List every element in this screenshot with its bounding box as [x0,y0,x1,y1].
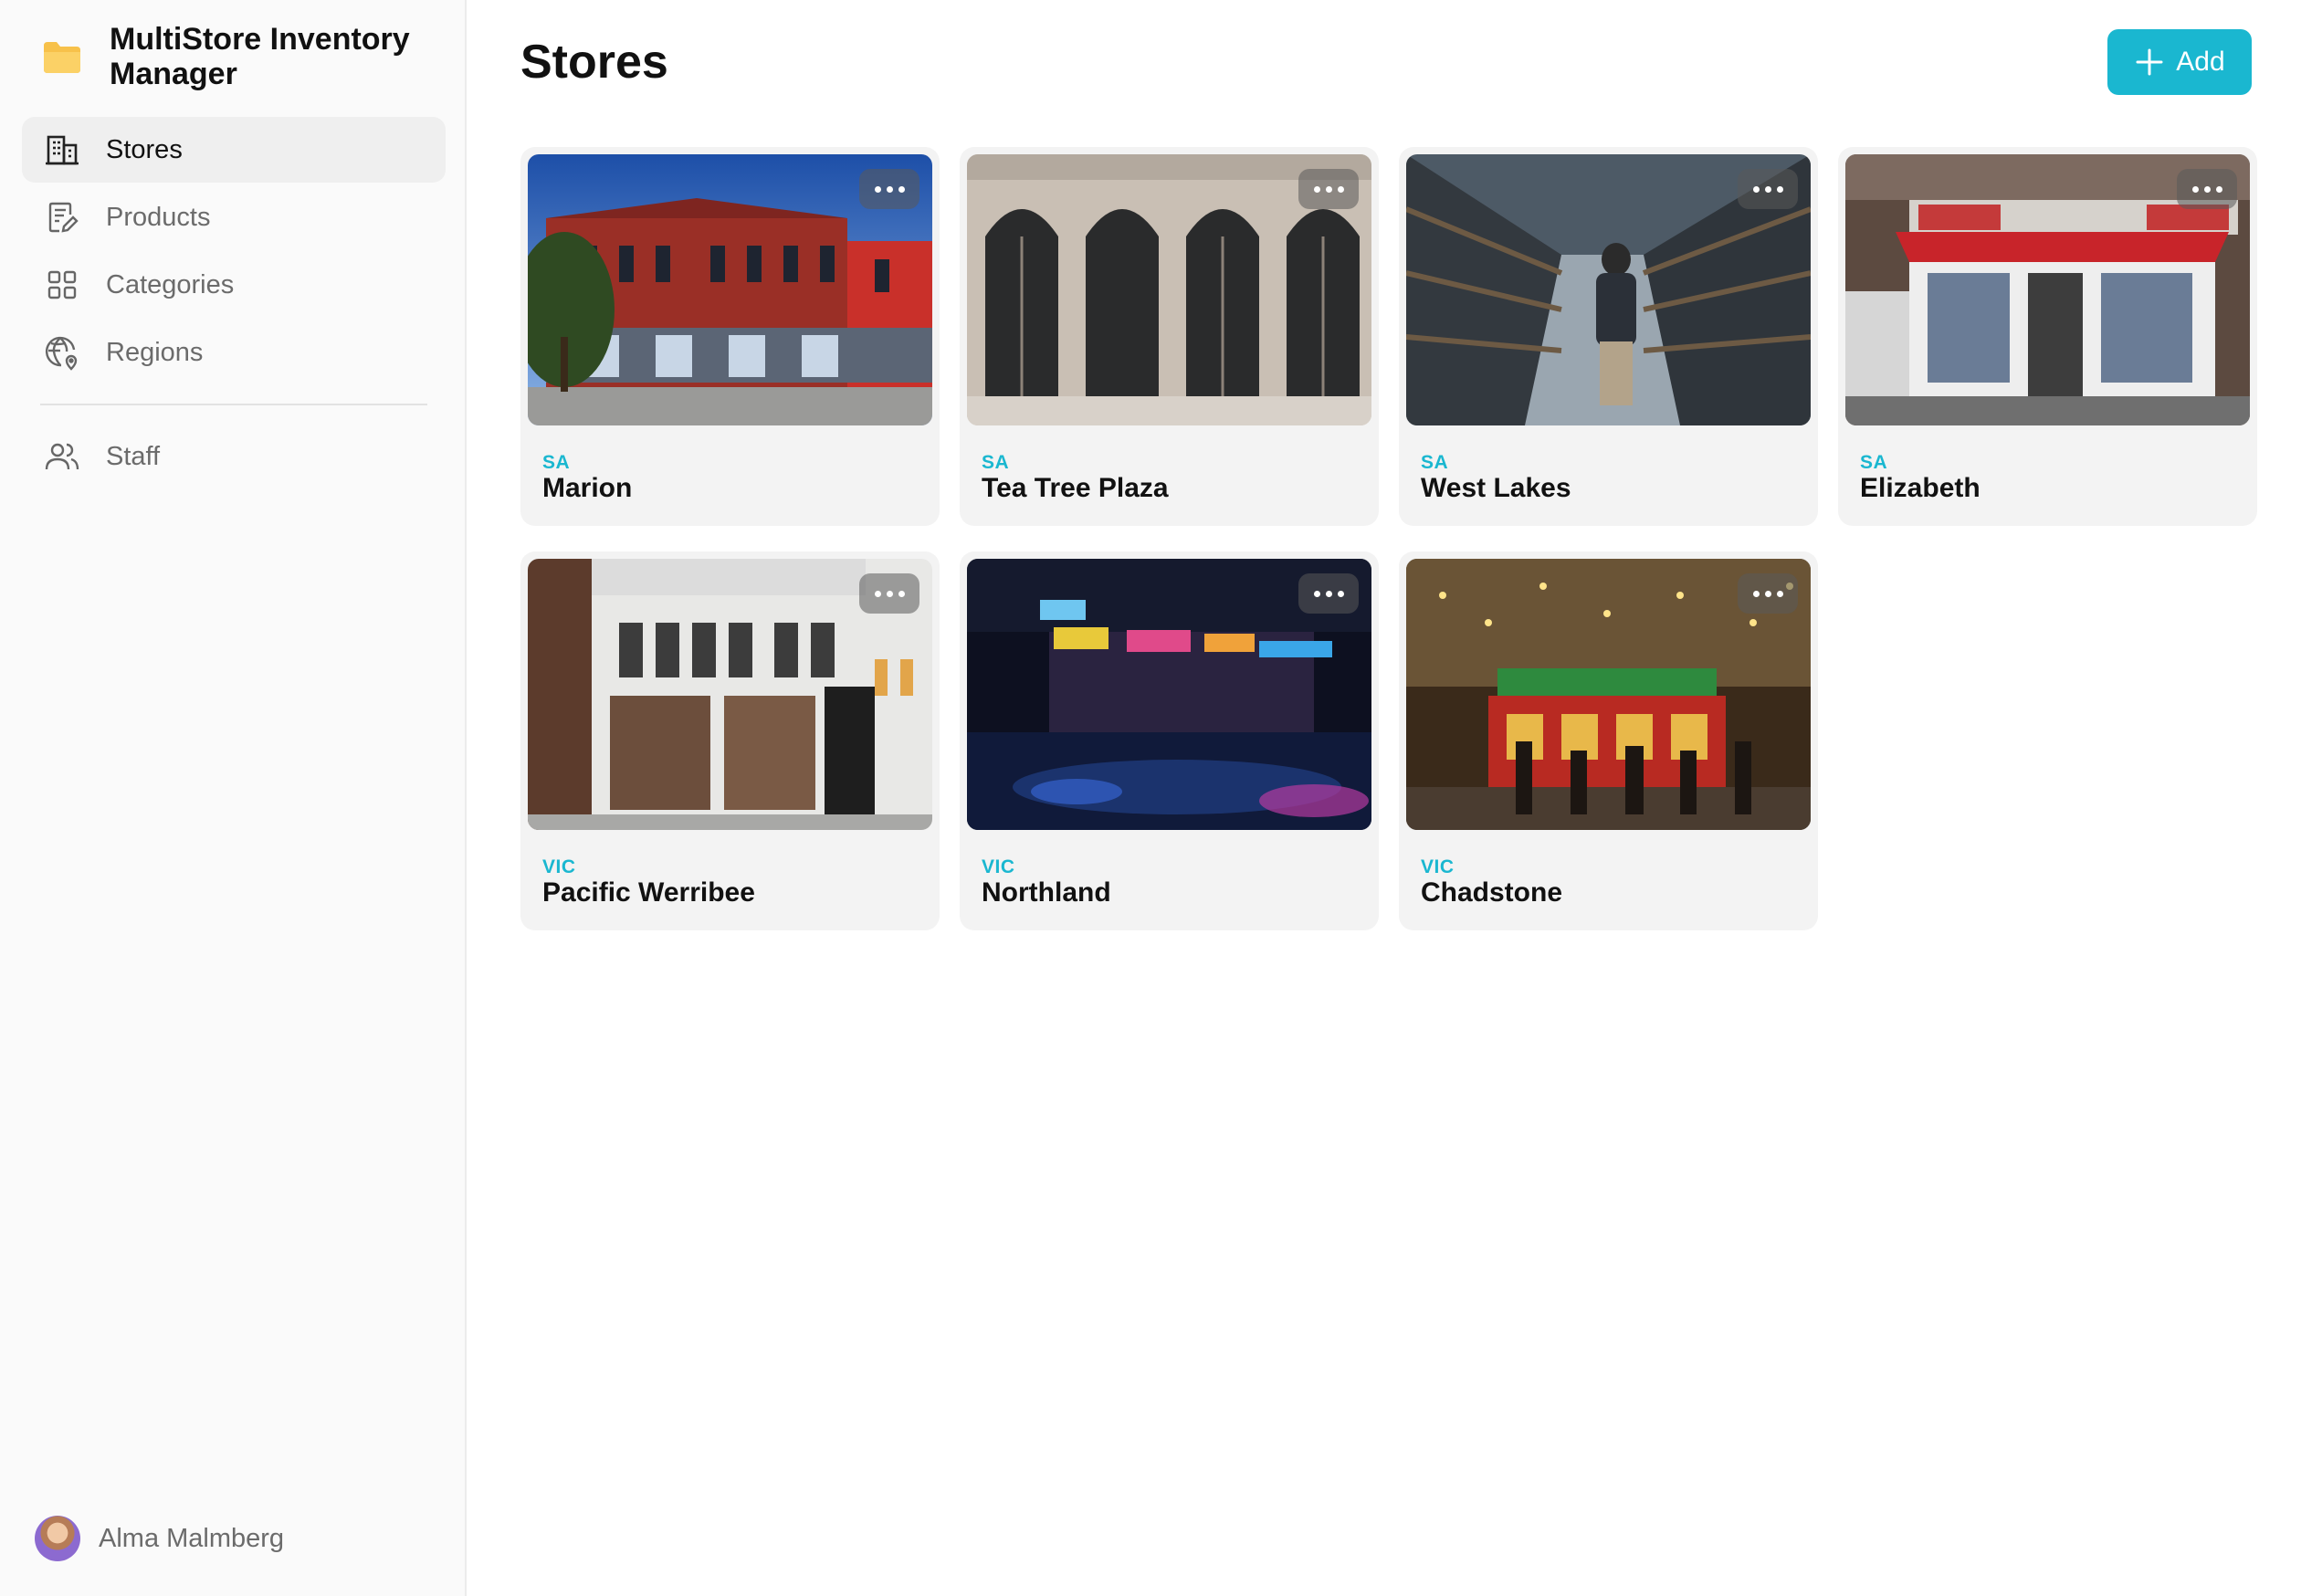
brand: MultiStore Inventory Manager [42,22,438,91]
more-horizontal-icon [1313,590,1344,597]
store-card[interactable]: VIC Northland [960,551,1379,930]
user-profile[interactable]: Alma Malmberg [35,1516,284,1561]
more-horizontal-icon [1313,185,1344,193]
folder-icon [42,37,82,77]
more-options-button[interactable] [2177,169,2237,209]
plus-icon [2134,47,2165,78]
store-name: Northland [982,877,1111,908]
more-horizontal-icon [1752,185,1783,193]
sidebar-item-regions[interactable]: Regions [22,320,446,385]
store-card[interactable]: SA Elizabeth [1838,147,2257,526]
user-name: Alma Malmberg [99,1523,285,1553]
store-name: Chadstone [1421,877,1563,908]
store-name: Pacific Werribee [542,877,755,908]
more-options-button[interactable] [1298,169,1359,209]
store-region: VIC [542,856,576,877]
store-name: Elizabeth [1860,473,1981,503]
add-button-label: Add [2176,47,2225,77]
sidebar-item-categories[interactable]: Categories [22,252,446,318]
store-region: VIC [1421,856,1455,877]
sidebar-item-label: Products [106,202,211,232]
more-options-button[interactable] [859,573,919,614]
white-shopfront-photo [528,559,932,830]
building-icon [44,131,80,168]
more-options-button[interactable] [859,169,919,209]
page-title: Stores [520,36,668,89]
more-horizontal-icon [1752,590,1783,597]
festive-pub-night-photo [1406,559,1811,830]
store-card[interactable]: SA Tea Tree Plaza [960,147,1379,526]
more-options-button[interactable] [1298,573,1359,614]
sidebar-item-label: Staff [106,441,161,471]
store-region: VIC [982,856,1015,877]
stores-grid: SA Marion SA Tea Tree Plaza SA West Lake… [520,147,2260,930]
store-name: Tea Tree Plaza [982,473,1169,503]
grid-icon [44,267,80,303]
store-region: SA [1860,452,1888,473]
sidebar-nav: Stores Products Categories Regions Staff [22,117,446,491]
store-card[interactable]: VIC Pacific Werribee [520,551,940,930]
store-card[interactable]: SA Marion [520,147,940,526]
sidebar-item-stores[interactable]: Stores [22,117,446,183]
users-icon [44,438,80,475]
sidebar-divider [40,404,427,405]
sidebar-item-products[interactable]: Products [22,184,446,250]
more-options-button[interactable] [1738,573,1798,614]
more-horizontal-icon [874,590,905,597]
more-horizontal-icon [2191,185,2222,193]
store-name: Marion [542,473,633,503]
add-store-button[interactable]: Add [2107,29,2252,95]
neon-street-night-photo [967,559,1371,830]
store-card[interactable]: SA West Lakes [1399,147,1818,526]
sidebar-item-label: Regions [106,337,204,367]
store-region: SA [982,452,1010,473]
store-region: SA [542,452,571,473]
store-region: SA [1421,452,1449,473]
store-card[interactable]: VIC Chadstone [1399,551,1818,930]
sidebar-item-label: Stores [106,134,183,164]
arched-storefront-photo [967,154,1371,425]
document-edit-icon [44,199,80,236]
newsagent-shopfront-photo [1845,154,2250,425]
more-options-button[interactable] [1738,169,1798,209]
sidebar: MultiStore Inventory Manager Stores Prod… [0,0,467,1596]
more-horizontal-icon [874,185,905,193]
red-brick-building-photo [528,154,932,425]
warehouse-aisle-photo [1406,154,1811,425]
sidebar-item-staff[interactable]: Staff [22,424,446,489]
app-title: MultiStore Inventory Manager [110,22,410,91]
avatar [35,1516,80,1561]
sidebar-item-label: Categories [106,269,235,299]
globe-pin-icon [44,334,80,371]
store-name: West Lakes [1421,473,1571,503]
